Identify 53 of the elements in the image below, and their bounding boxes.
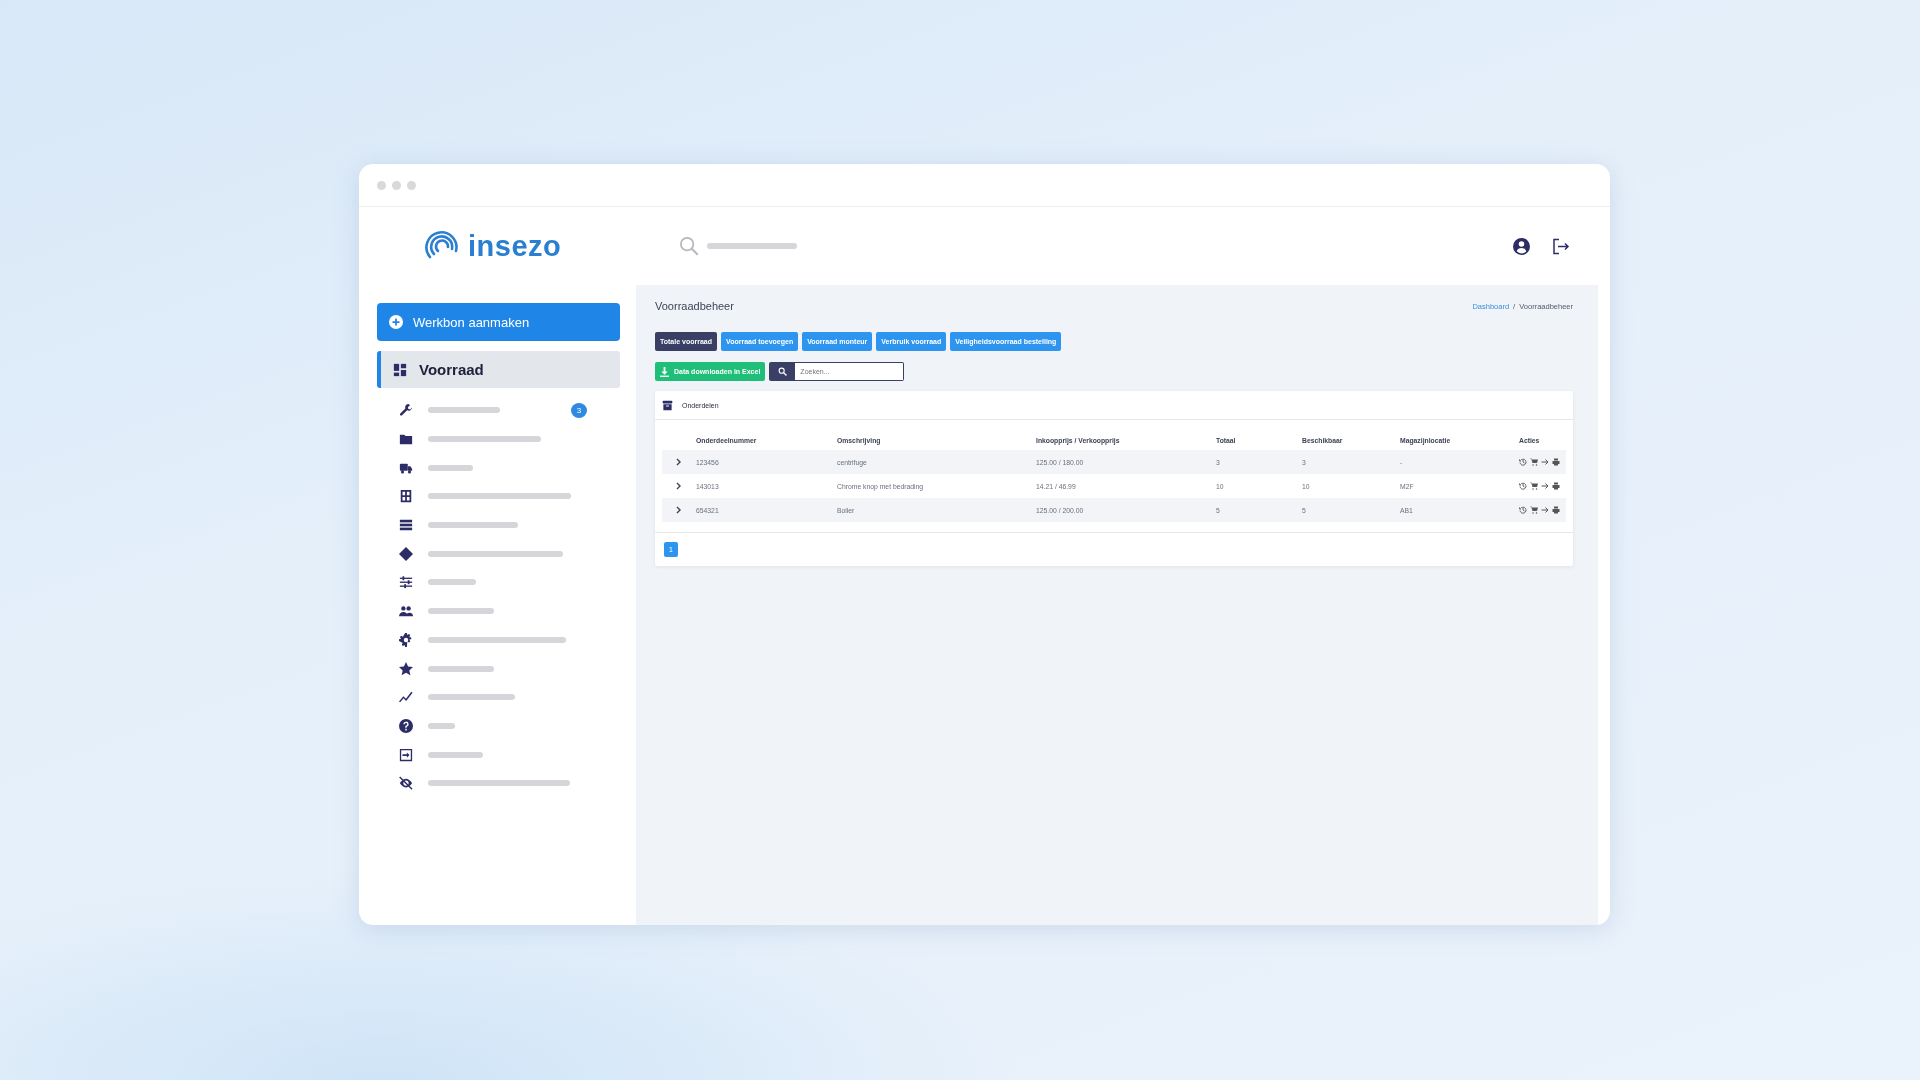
- plus-circle-icon: [389, 315, 403, 329]
- printer-icon[interactable]: [1552, 482, 1560, 490]
- sliders-icon: [399, 575, 413, 590]
- window-dot[interactable]: [392, 180, 401, 190]
- users-icon: [399, 604, 413, 619]
- cart-icon[interactable]: [1530, 506, 1538, 514]
- redacted-text: [428, 579, 476, 586]
- create-workorder-button[interactable]: Werkbon aanmaken: [377, 303, 620, 341]
- redacted-text: [428, 751, 483, 758]
- image-grid-icon: [399, 489, 413, 504]
- redacted-text: [428, 665, 494, 672]
- logo-text: insezo: [468, 229, 562, 263]
- redacted-text: [428, 464, 473, 471]
- eye-slash-icon: [399, 776, 413, 791]
- dashboard-icon: [393, 362, 407, 377]
- chevron-icon[interactable]: [676, 506, 682, 514]
- logout-icon[interactable]: [1552, 237, 1570, 255]
- search-button[interactable]: [769, 362, 796, 381]
- arrow-right-icon[interactable]: [1541, 482, 1549, 490]
- history-icon[interactable]: [1519, 506, 1527, 514]
- chart-line-icon: [399, 690, 413, 705]
- redacted-text: [428, 608, 494, 615]
- user-icon: [1513, 237, 1530, 255]
- sign-in-icon: [399, 747, 413, 762]
- redacted-text: [428, 407, 500, 414]
- window-dot[interactable]: [407, 180, 416, 190]
- search-icon: [679, 236, 699, 256]
- sidebar-item[interactable]: 3: [377, 396, 599, 425]
- cart-icon[interactable]: [1530, 482, 1538, 490]
- archive-icon: [662, 399, 673, 411]
- printer-icon[interactable]: [1552, 458, 1560, 466]
- list-icon: [399, 518, 413, 533]
- count-badge: 3: [571, 403, 587, 418]
- star-icon: [399, 661, 413, 676]
- diamond-icon: [399, 546, 413, 561]
- gear-icon: [399, 632, 413, 647]
- history-icon[interactable]: [1519, 458, 1527, 466]
- page-title: Voorraadbeheer: [655, 300, 734, 312]
- history-icon[interactable]: [1519, 482, 1527, 490]
- printer-icon[interactable]: [1552, 506, 1560, 514]
- arrow-right-icon[interactable]: [1541, 458, 1549, 466]
- chevron-icon[interactable]: [676, 458, 682, 466]
- redacted-text: [428, 722, 455, 729]
- download-icon: [660, 366, 669, 377]
- cart-icon[interactable]: [1530, 458, 1538, 466]
- help-icon: [399, 718, 413, 733]
- window-dot[interactable]: [377, 180, 386, 190]
- wrench-icon: [399, 403, 413, 418]
- search-icon: [777, 367, 787, 376]
- arrow-right-icon[interactable]: [1541, 506, 1549, 514]
- sidebar-item[interactable]: Voorraad: [377, 351, 620, 388]
- folder-icon: [399, 432, 413, 447]
- chevron-icon[interactable]: [676, 482, 682, 490]
